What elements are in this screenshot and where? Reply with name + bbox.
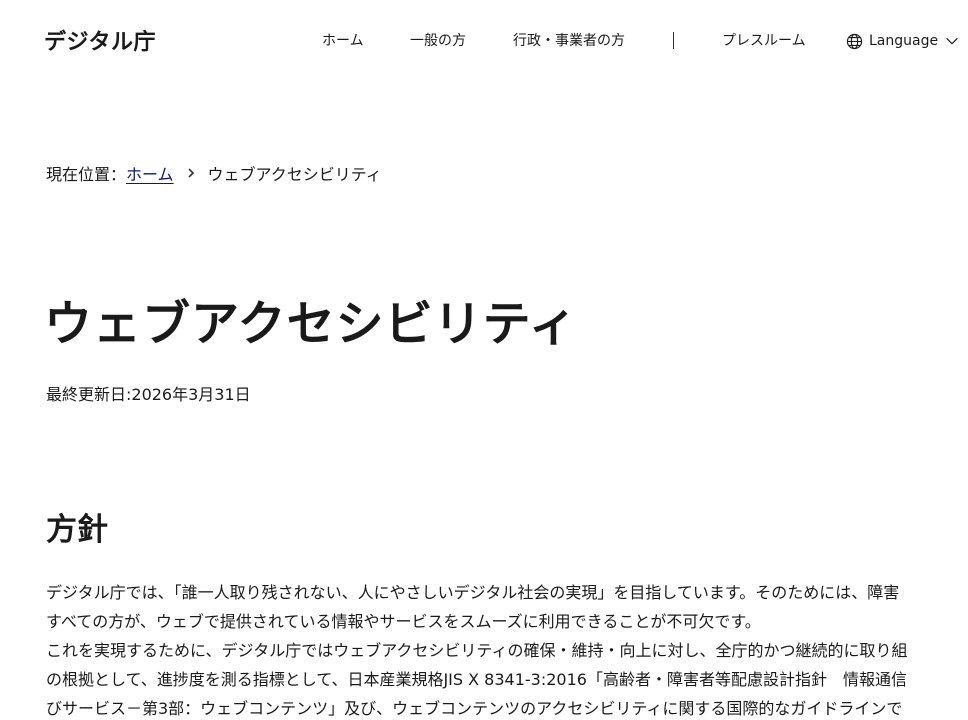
page: デジタル庁 ホーム 一般の方 行政・事業者の方 プレスルーム Language xyxy=(0,0,968,720)
breadcrumb-prefix: 現在位置： xyxy=(46,165,127,184)
global-nav: ホーム 一般の方 行政・事業者の方 プレスルーム Language xyxy=(0,30,968,52)
chevron-down-icon xyxy=(944,33,960,49)
paragraph-line: の根拠として、進捗度を測る指標として、日本産業規格JIS X 8341-3:20… xyxy=(46,670,907,689)
nav-item-press[interactable]: プレスルーム xyxy=(722,30,806,52)
paragraph-line: すべての方が、ウェブで提供されている情報やサービスをスムーズに利用できることが不… xyxy=(46,612,761,631)
nav-item-home[interactable]: ホーム xyxy=(322,30,364,52)
page-title: ウェブアクセシビリティ xyxy=(44,296,578,352)
paragraph-line: デジタル庁では、「誰一人取り残されない、人にやさしいデジタル社会の実現」を目指し… xyxy=(46,583,900,602)
chevron-right-icon xyxy=(186,164,196,186)
paragraph-line: これを実現するために、デジタル庁ではウェブアクセシビリティの確保・維持・向上に対… xyxy=(46,641,908,660)
nav-item-business[interactable]: 行政・事業者の方 xyxy=(513,30,625,52)
breadcrumb: 現在位置： ホーム ウェブアクセシビリティ xyxy=(46,164,382,186)
policy-paragraph: デジタル庁では、「誰一人取り残されない、人にやさしいデジタル社会の実現」を目指し… xyxy=(46,578,968,720)
nav-divider xyxy=(673,32,674,49)
section-title-policy: 方針 xyxy=(46,512,108,548)
language-label: Language xyxy=(869,33,939,49)
last-updated: 最終更新日:2026年3月31日 xyxy=(46,385,251,404)
language-selector[interactable]: Language xyxy=(846,30,960,52)
paragraph-line: びサービス－第3部：ウェブコンテンツ」及び、ウェブコンテンツのアクセシビリティに… xyxy=(46,699,903,718)
breadcrumb-current: ウェブアクセシビリティ xyxy=(207,165,382,184)
site-header: デジタル庁 ホーム 一般の方 行政・事業者の方 プレスルーム Language xyxy=(0,0,968,80)
globe-icon xyxy=(846,33,863,50)
nav-item-general[interactable]: 一般の方 xyxy=(410,30,466,52)
breadcrumb-home-link[interactable]: ホーム xyxy=(126,164,174,186)
